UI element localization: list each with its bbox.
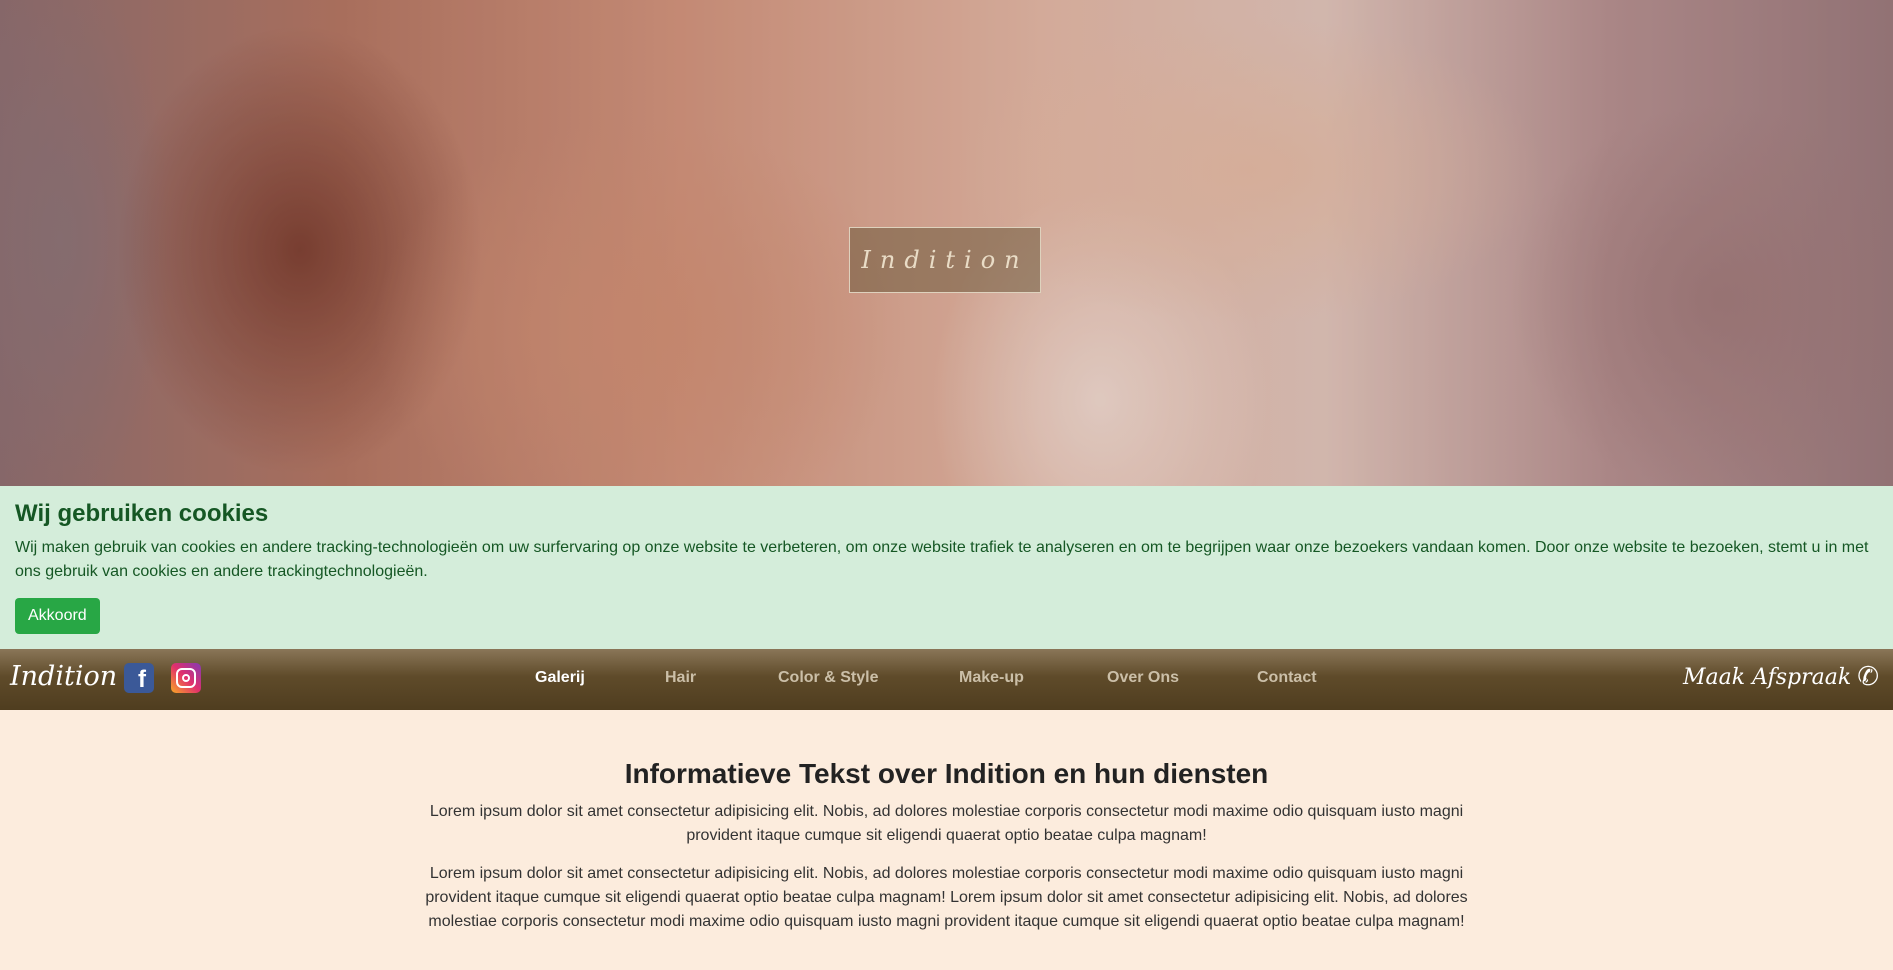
phone-icon: ✆ [1857,662,1879,692]
instagram-icon [176,668,196,688]
hero-image: Indition [0,0,1893,486]
info-paragraph-1: Lorem ipsum dolor sit amet consectetur a… [429,803,1464,844]
brand-logo[interactable]: Indition [10,661,117,692]
nav-item-make-up[interactable]: Make-up [959,669,1024,687]
info-paragraph-2: Lorem ipsum dolor sit amet consectetur a… [425,865,1468,930]
info-section: Informatieve Tekst over Indition en hun … [0,710,1893,970]
hero-logo-text: Indition [861,246,1029,274]
book-appointment-label: Maak Afspraak [1683,664,1852,690]
instagram-link[interactable] [171,663,201,693]
nav-item-hair[interactable]: Hair [665,669,696,687]
cookie-banner: Wij gebruiken cookies Wij maken gebruik … [0,486,1893,649]
nav-item-over-ons[interactable]: Over Ons [1107,669,1179,687]
nav-item-galerij[interactable]: Galerij [535,669,585,687]
book-appointment-link[interactable]: Maak Afspraak ✆ [1683,662,1879,692]
nav-item-color-style[interactable]: Color & Style [778,669,878,687]
info-title: Informatieve Tekst over Indition en hun … [624,758,1269,789]
facebook-icon: f [138,666,146,693]
nav-menu: Galerij Hair Color & Style Make-up Over … [0,649,1893,710]
navbar: Indition f Galerij Hair Color & Style Ma… [0,649,1893,710]
nav-item-contact[interactable]: Contact [1257,669,1317,687]
hero-logo: Indition [849,227,1041,293]
cookie-text: Wij maken gebruik van cookies en andere … [15,539,1869,580]
accept-cookies-button[interactable]: Akkoord [15,598,100,634]
cookie-title: Wij gebruiken cookies [15,500,269,527]
facebook-link[interactable]: f [124,663,154,693]
